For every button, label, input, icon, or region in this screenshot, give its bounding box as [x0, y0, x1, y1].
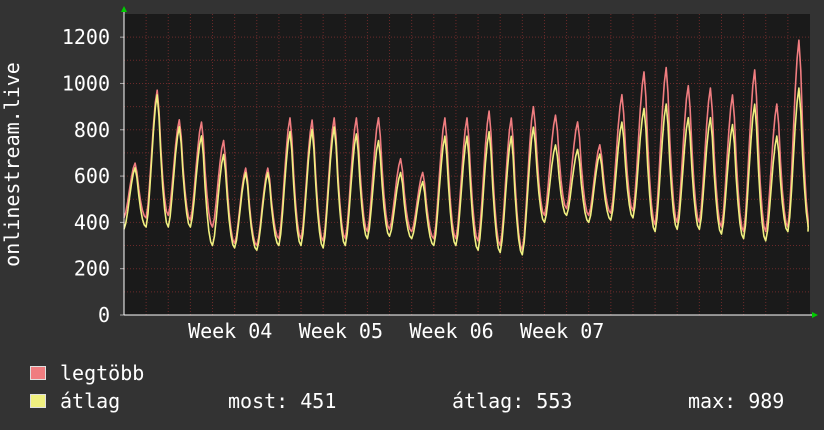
x-tick-label: Week 05 — [299, 319, 383, 343]
stat-now: most: 451 — [228, 389, 337, 413]
x-axis-arrow — [812, 312, 818, 318]
y-axis-label: onlinestream.live — [0, 62, 24, 267]
y-tick-label: 600 — [74, 164, 110, 188]
legend-label-max: legtöbb — [60, 361, 145, 385]
y-tick-label: 200 — [74, 257, 110, 281]
y-tick-label: 400 — [74, 210, 110, 234]
y-axis-arrow — [121, 6, 127, 12]
x-tick-label: Week 04 — [188, 319, 272, 343]
y-tick-label: 1000 — [62, 71, 110, 95]
y-tick-label: 0 — [98, 303, 110, 327]
legend-swatch-max — [30, 366, 46, 380]
chart-panel: 0 200 400 600 800 1000 1200 Week 04 Week 05 Week … — [0, 0, 824, 430]
plot-area — [124, 14, 810, 315]
legend-label-avg: átlag — [60, 389, 121, 413]
stat-max: max: 989 — [688, 389, 785, 413]
stat-average: átlag: 553 — [452, 389, 573, 413]
x-tick-label: Week 07 — [520, 319, 604, 343]
x-tick-label: Week 06 — [409, 319, 493, 343]
y-tick-label: 800 — [74, 118, 110, 142]
y-tick-label: 1200 — [62, 25, 110, 49]
legend-swatch-avg — [30, 394, 46, 408]
